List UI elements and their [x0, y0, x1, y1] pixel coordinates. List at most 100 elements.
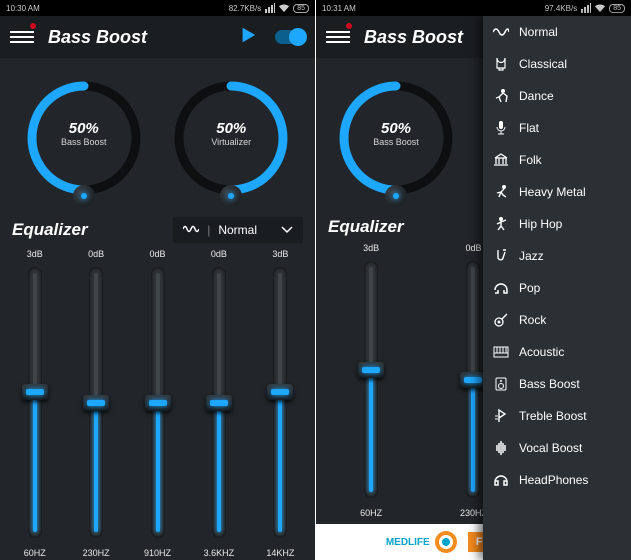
menu-button[interactable] — [326, 25, 350, 49]
band-hz: 14KHZ — [266, 548, 294, 560]
preset-item-label: Jazz — [519, 249, 544, 263]
battery-icon: 85 — [293, 4, 309, 13]
wave-icon — [183, 223, 199, 237]
bass-boost-dial[interactable]: 50%Bass Boost — [24, 78, 144, 203]
temple-icon — [493, 152, 509, 168]
preset-item-jazz[interactable]: Jazz — [483, 240, 631, 272]
status-bar: 10:30 AM 82.7KB/s 85 — [0, 0, 315, 16]
eq-band: 0dB 230HZ — [65, 249, 126, 560]
dial-percent: 50% — [24, 120, 144, 137]
lyre-icon — [493, 56, 509, 72]
band-db: 3dB — [27, 249, 43, 261]
status-bar: 10:31 AM 97.4KB/s 85 — [316, 0, 631, 16]
preset-dropdown[interactable]: | Normal — [173, 217, 303, 243]
preset-item-headphones[interactable]: HeadPhones — [483, 464, 631, 496]
preset-item-label: Pop — [519, 281, 540, 295]
virtualizer-dial[interactable]: 50%Virtualizer — [171, 78, 291, 203]
phone-right: 10:31 AM 97.4KB/s 85 Bass Boost 50%Bass … — [316, 0, 631, 560]
band-db: 0dB — [150, 249, 166, 261]
band-hz: 230HZ — [83, 548, 110, 560]
power-toggle[interactable] — [275, 30, 305, 44]
preset-item-bass-boost[interactable]: Bass Boost — [483, 368, 631, 400]
signal-icon — [581, 3, 591, 13]
runner-icon — [493, 184, 509, 200]
dial-knob[interactable] — [73, 185, 95, 207]
preset-label: Normal — [218, 223, 257, 237]
preset-item-heavy-metal[interactable]: Heavy Metal — [483, 176, 631, 208]
preset-item-normal[interactable]: Normal — [483, 16, 631, 48]
eq-band: 0dB 3.6KHZ — [188, 249, 249, 560]
preset-item-label: Dance — [519, 89, 554, 103]
dial-label: Bass Boost — [336, 137, 456, 147]
preset-item-label: HeadPhones — [519, 473, 588, 487]
status-time: 10:30 AM — [6, 4, 40, 13]
preset-item-label: Treble Boost — [519, 409, 587, 423]
preset-item-acoustic[interactable]: Acoustic — [483, 336, 631, 368]
preset-item-label: Hip Hop — [519, 217, 562, 231]
preset-item-folk[interactable]: Folk — [483, 144, 631, 176]
preset-item-flat[interactable]: Flat — [483, 112, 631, 144]
dials-row: 50%Bass Boost 50%Virtualizer — [0, 58, 315, 213]
band-slider[interactable] — [19, 267, 51, 538]
treble-icon — [493, 408, 509, 424]
sax-icon — [493, 248, 509, 264]
preset-item-rock[interactable]: Rock — [483, 304, 631, 336]
band-slider[interactable] — [355, 261, 387, 498]
band-db: 0dB — [465, 243, 481, 255]
equalizer-header: Equalizer | Normal — [0, 213, 315, 243]
preset-item-dance[interactable]: Dance — [483, 80, 631, 112]
wave-icon — [493, 24, 509, 40]
preset-item-label: Vocal Boost — [519, 441, 582, 455]
signal-icon — [265, 3, 275, 13]
preset-item-label: Classical — [519, 57, 567, 71]
band-hz: 60HZ — [360, 508, 382, 520]
band-db: 3dB — [363, 243, 379, 255]
headphones-icon — [493, 280, 509, 296]
eq-band: 3dB 60HZ — [4, 249, 65, 560]
dial-percent: 50% — [336, 120, 456, 137]
ad-brand: MEDLIFE — [386, 537, 430, 548]
dial-label: Virtualizer — [171, 137, 291, 147]
status-net: 97.4KB/s — [545, 4, 577, 13]
phone-left: 10:30 AM 82.7KB/s 85 Bass Boost 50%Bass … — [0, 0, 315, 560]
preset-item-label: Rock — [519, 313, 546, 327]
band-hz: 60HZ — [24, 548, 46, 560]
preset-item-hip-hop[interactable]: Hip Hop — [483, 208, 631, 240]
status-net: 82.7KB/s — [229, 4, 261, 13]
preset-item-label: Flat — [519, 121, 539, 135]
band-slider[interactable] — [264, 267, 296, 538]
band-hz: 910HZ — [144, 548, 171, 560]
preset-dropdown-open[interactable]: Normal Classical Dance Flat Folk Heavy Metal H… — [483, 16, 631, 560]
dial-knob[interactable] — [220, 185, 242, 207]
band-slider[interactable] — [203, 267, 235, 538]
preset-item-pop[interactable]: Pop — [483, 272, 631, 304]
app-title: Bass Boost — [48, 27, 239, 48]
eq-band: 0dB 910HZ — [127, 249, 188, 560]
menu-button[interactable] — [10, 25, 34, 49]
eq-bands: 3dB 60HZ 0dB 230HZ 0dB — [0, 243, 315, 560]
band-db: 0dB — [211, 249, 227, 261]
band-slider[interactable] — [80, 267, 112, 538]
band-hz: 3.6KHZ — [204, 548, 235, 560]
play-button[interactable] — [239, 26, 257, 49]
mic-icon — [493, 120, 509, 136]
dial-percent: 50% — [171, 120, 291, 137]
band-slider[interactable] — [142, 267, 174, 538]
eq-band: 3dB 60HZ — [320, 243, 422, 520]
preset-item-label: Bass Boost — [519, 377, 580, 391]
wifi-icon — [279, 3, 289, 13]
preset-item-treble-boost[interactable]: Treble Boost — [483, 400, 631, 432]
headphones2-icon — [493, 472, 509, 488]
preset-item-label: Heavy Metal — [519, 185, 586, 199]
band-db: 0dB — [88, 249, 104, 261]
dial-label: Bass Boost — [24, 137, 144, 147]
preset-item-classical[interactable]: Classical — [483, 48, 631, 80]
vocal-wave-icon — [493, 440, 509, 456]
dial-knob[interactable] — [385, 185, 407, 207]
preset-item-label: Normal — [519, 25, 558, 39]
preset-item-vocal-boost[interactable]: Vocal Boost — [483, 432, 631, 464]
wifi-icon — [595, 3, 605, 13]
status-time: 10:31 AM — [322, 4, 356, 13]
band-db: 3dB — [272, 249, 288, 261]
bass-boost-dial[interactable]: 50%Bass Boost — [336, 78, 456, 203]
